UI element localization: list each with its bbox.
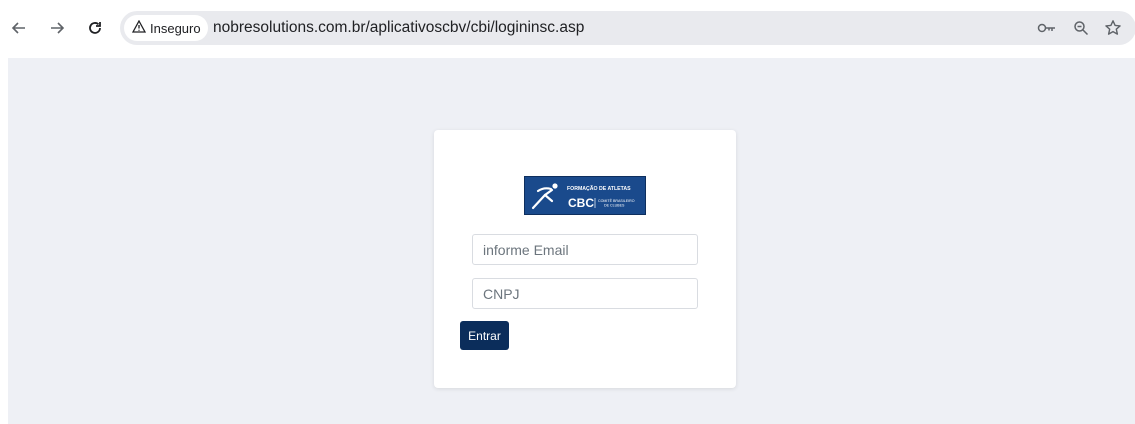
address-bar[interactable]: Inseguro nobresolutions.com.br/aplicativ…	[120, 11, 1135, 45]
logo-line2: COMITÊ BRASILEIRO	[598, 198, 635, 203]
zoom-icon[interactable]	[1070, 17, 1092, 39]
back-icon[interactable]	[8, 17, 30, 39]
logo-brand: CBC	[568, 196, 594, 210]
star-icon[interactable]	[1102, 17, 1124, 39]
logo-line1: FORMAÇÃO DE ATLETAS	[567, 185, 631, 192]
cnpj-field[interactable]	[472, 278, 698, 309]
key-icon[interactable]	[1036, 17, 1058, 39]
reload-icon[interactable]	[84, 17, 106, 39]
logo-line3: DE CLUBES	[604, 204, 625, 208]
entrar-button[interactable]: Entrar	[460, 321, 509, 350]
warning-icon	[131, 19, 147, 36]
browser-toolbar: Inseguro nobresolutions.com.br/aplicativ…	[0, 0, 1135, 56]
runner-icon	[531, 183, 558, 210]
email-field[interactable]	[472, 234, 698, 265]
url-text[interactable]: nobresolutions.com.br/aplicativoscbv/cbi…	[213, 11, 584, 45]
security-chip[interactable]: Inseguro	[124, 15, 208, 41]
forward-icon[interactable]	[46, 17, 68, 39]
cbc-logo: FORMAÇÃO DE ATLETAS CBC COMITÊ BRASILEIR…	[524, 176, 646, 215]
security-label: Inseguro	[150, 20, 201, 36]
login-card: FORMAÇÃO DE ATLETAS CBC COMITÊ BRASILEIR…	[434, 130, 736, 388]
page-viewport: FORMAÇÃO DE ATLETAS CBC COMITÊ BRASILEIR…	[8, 58, 1135, 424]
